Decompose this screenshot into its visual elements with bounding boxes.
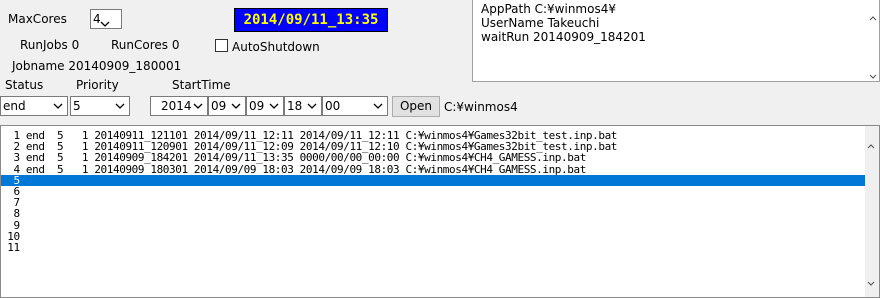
table-row[interactable]: 7 (1, 197, 867, 208)
chevron-down-icon (52, 97, 64, 115)
runcores-label: RunCores 0 (111, 38, 180, 52)
info-textbox[interactable]: AppPath C:¥winmos4¥ UserName Takeuchi wa… (472, 0, 880, 82)
table-row[interactable]: 5 (1, 174, 867, 186)
chevron-down-icon (192, 97, 204, 115)
hour-value: 18 (287, 99, 303, 113)
chevron-down-icon[interactable] (869, 68, 877, 82)
table-row[interactable]: 10 (1, 231, 867, 242)
chevron-down-icon (372, 97, 384, 115)
autoshutdown-checkbox[interactable] (215, 39, 228, 52)
chevron-up-icon[interactable] (867, 138, 875, 152)
day-value: 09 (249, 99, 265, 113)
open-button[interactable]: Open (392, 96, 440, 117)
table-row[interactable]: 3 end 5 1 20140909_184201 2014/09/11_13:… (1, 152, 867, 163)
listbox-scrollbar[interactable] (865, 126, 879, 297)
month-value: 09 (211, 99, 227, 113)
chevron-down-icon (306, 97, 318, 115)
autoshutdown-label: AutoShutdown (232, 40, 320, 54)
job-listbox[interactable]: 1 end 5 1 20140911_121101 2014/09/11_12:… (0, 125, 880, 298)
priority-select[interactable]: 5 (70, 96, 130, 116)
year-value: 2014 (161, 99, 192, 113)
path-label: C:¥winmos4 (444, 100, 518, 114)
priority-label: Priority (76, 78, 119, 92)
chevron-down-icon (230, 97, 242, 115)
table-row[interactable]: 4 end 5 1 20140909_180301 2014/09/09_18:… (1, 164, 867, 175)
day-select[interactable]: 09 (246, 96, 284, 116)
clock-display: 2014/09/11_13:35 (234, 8, 388, 32)
month-select[interactable]: 09 (208, 96, 246, 116)
chevron-down-icon[interactable] (100, 16, 110, 30)
chevron-down-icon (268, 97, 280, 115)
hour-select[interactable]: 18 (284, 96, 322, 116)
status-label: Status (5, 78, 44, 92)
chevron-down-icon (114, 97, 126, 115)
table-row[interactable]: 9 (1, 220, 867, 231)
chevron-down-icon[interactable] (867, 275, 875, 289)
minute-select[interactable]: 00 (322, 96, 388, 116)
priority-value: 5 (73, 99, 81, 113)
starttime-label: StartTime (172, 78, 231, 92)
maxcores-label: MaxCores (8, 12, 67, 26)
status-value: end (3, 99, 26, 113)
jobname-label: Jobname 20140909_180001 (12, 59, 182, 73)
table-row[interactable]: 6 (1, 186, 867, 197)
username-line: UserName Takeuchi (481, 16, 600, 30)
table-row[interactable]: 8 (1, 208, 867, 219)
status-select[interactable]: end (0, 96, 68, 116)
runjobs-label: RunJobs 0 (20, 38, 80, 52)
chevron-up-icon[interactable] (869, 10, 877, 24)
minute-value: 00 (325, 99, 341, 113)
year-select[interactable]: 2014 (150, 96, 208, 116)
apppath-line: AppPath C:¥winmos4¥ (481, 2, 616, 16)
table-row[interactable]: 11 (1, 242, 867, 253)
waitrun-line: waitRun 20140909_184201 (481, 30, 646, 44)
